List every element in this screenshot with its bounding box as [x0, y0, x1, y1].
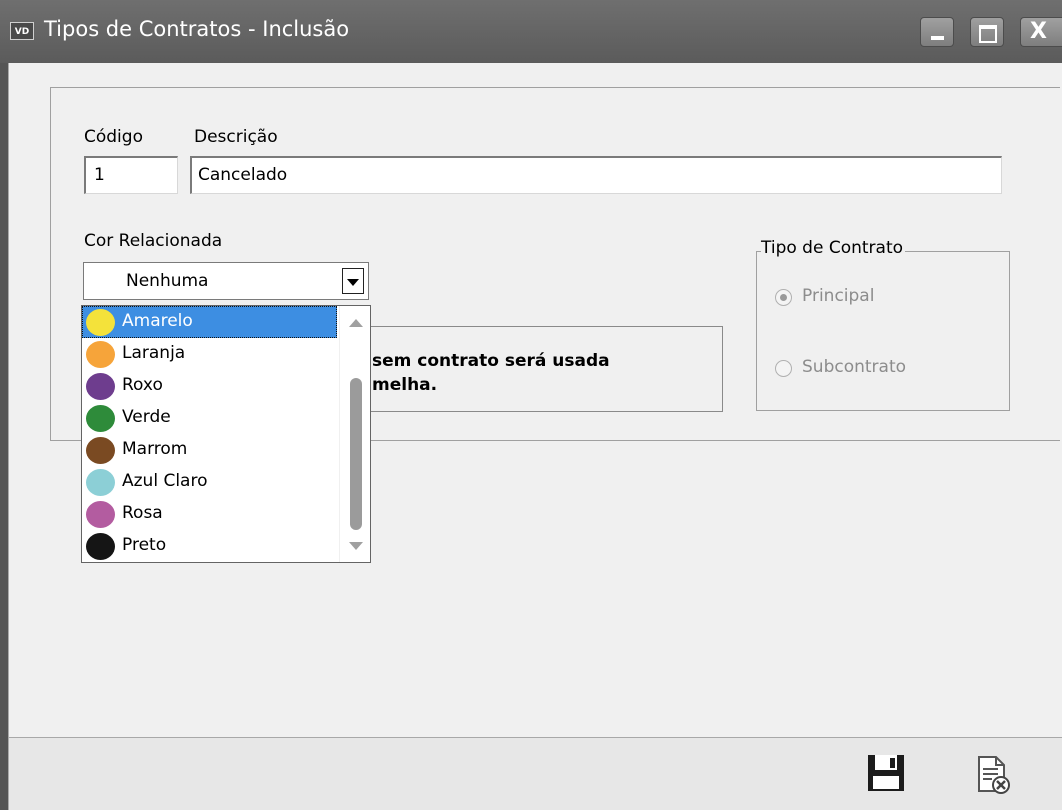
- tipo-contrato-legend: Tipo de Contrato: [761, 238, 906, 258]
- descricao-field[interactable]: Cancelado: [190, 156, 1002, 194]
- chevron-down-icon[interactable]: [342, 268, 364, 294]
- tipo-contrato-group: [756, 251, 1010, 411]
- principal-radio[interactable]: [775, 289, 792, 306]
- dropdown-item[interactable]: Preto: [82, 530, 337, 562]
- dropdown-item[interactable]: Laranja: [82, 338, 337, 370]
- close-button[interactable]: X: [1020, 17, 1062, 47]
- scroll-down-icon[interactable]: [349, 542, 363, 550]
- scrollbar-thumb[interactable]: [350, 378, 362, 530]
- dropdown-item[interactable]: Roxo: [82, 370, 337, 402]
- dropdown-scrollbar[interactable]: [339, 306, 370, 562]
- subcontrato-radio[interactable]: [775, 360, 792, 377]
- cor-dropdown-list[interactable]: Amarelo Laranja Roxo Verde Marrom Azul C…: [81, 305, 371, 563]
- color-swatch-icon: [86, 373, 115, 400]
- color-swatch-icon: [86, 501, 115, 528]
- maximize-icon: [979, 25, 997, 43]
- app-icon: VD: [10, 22, 34, 40]
- color-swatch-icon: [86, 405, 115, 432]
- dropdown-item[interactable]: Verde: [82, 402, 337, 434]
- color-swatch-icon: [86, 533, 115, 560]
- color-swatch-icon: [86, 437, 115, 464]
- descricao-label: Descrição: [194, 127, 278, 147]
- subcontrato-radio-label: Subcontrato: [802, 357, 907, 377]
- title-bar: VD Tipos de Contratos - Inclusão X: [0, 0, 1062, 63]
- color-swatch-icon: [86, 309, 115, 336]
- dropdown-item-label: Rosa: [122, 503, 163, 523]
- maximize-button[interactable]: [970, 17, 1004, 47]
- dropdown-item[interactable]: Marrom: [82, 434, 337, 466]
- dropdown-item-label: Laranja: [122, 343, 186, 363]
- dropdown-item[interactable]: Amarelo: [82, 306, 337, 338]
- color-swatch-icon: [86, 469, 115, 496]
- dropdown-item-label: Verde: [122, 407, 171, 427]
- dropdown-item[interactable]: Rosa: [82, 498, 337, 530]
- codigo-label: Código: [84, 127, 143, 147]
- cor-relacionada-label: Cor Relacionada: [84, 231, 223, 251]
- dropdown-item[interactable]: Azul Claro: [82, 466, 337, 498]
- info-text-line1: sem contrato será usada: [372, 351, 610, 371]
- window-title: Tipos de Contratos - Inclusão: [44, 17, 350, 41]
- window-left-border: [0, 63, 9, 810]
- cor-selected-value: Nenhuma: [126, 271, 209, 291]
- close-icon: X: [1030, 19, 1047, 44]
- info-text-line2: melha.: [372, 375, 438, 395]
- principal-radio-label: Principal: [802, 286, 875, 306]
- cancel-document-icon[interactable]: [976, 755, 1012, 795]
- minimize-icon: [931, 36, 944, 40]
- minimize-button[interactable]: [920, 17, 954, 47]
- dropdown-item-label: Roxo: [122, 375, 163, 395]
- dropdown-item-label: Amarelo: [122, 311, 193, 331]
- dropdown-item-label: Marrom: [122, 439, 188, 459]
- scroll-up-icon[interactable]: [349, 319, 363, 327]
- codigo-field[interactable]: 1: [84, 156, 178, 194]
- color-swatch-icon: [86, 341, 115, 368]
- info-box: sem contrato será usada melha.: [365, 326, 723, 412]
- save-icon[interactable]: [866, 753, 906, 793]
- cor-relacionada-select[interactable]: Nenhuma: [83, 262, 369, 300]
- info-text: sem contrato será usada melha.: [372, 349, 718, 397]
- dropdown-item-label: Preto: [122, 535, 167, 555]
- dropdown-item-label: Azul Claro: [122, 471, 208, 491]
